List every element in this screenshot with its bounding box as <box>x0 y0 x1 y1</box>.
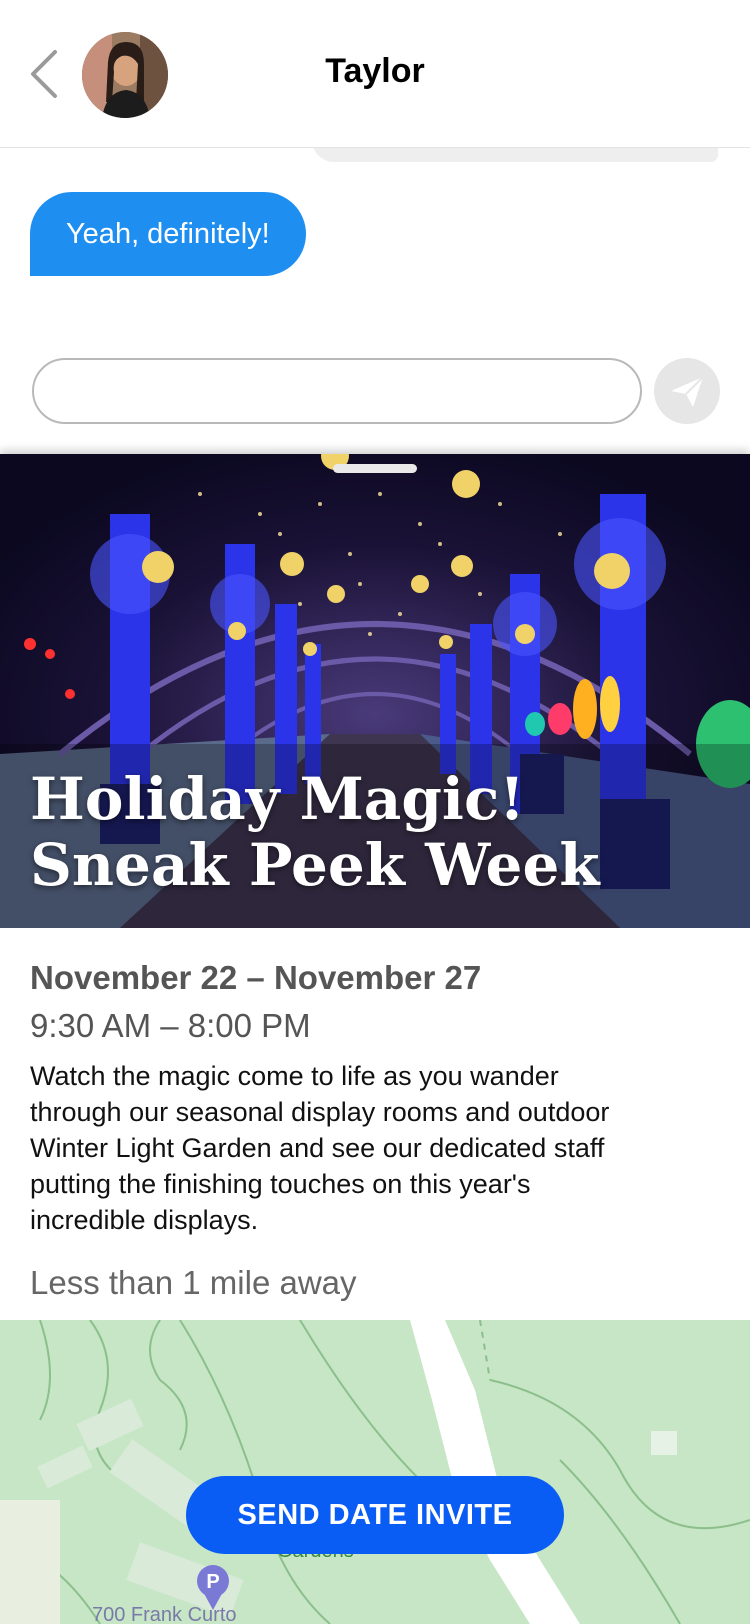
svg-text:P: P <box>206 1571 219 1593</box>
page-title: Taylor <box>325 52 425 90</box>
event-sheet: Holiday Magic! Sneak Peek Week November … <box>0 454 750 1624</box>
send-button[interactable] <box>654 358 720 424</box>
event-description: Watch the magic come to life as you wand… <box>30 1061 610 1235</box>
message-input[interactable] <box>32 358 642 424</box>
event-map[interactable]: P Gardens 700 Frank Curto <box>0 1320 750 1624</box>
sheet-drag-handle[interactable] <box>333 464 417 473</box>
event-dates: November 22 – November 27 <box>30 959 482 996</box>
map-address-label: 700 Frank Curto <box>92 1604 237 1624</box>
event-title-line2: Sneak Peek Week <box>30 831 600 899</box>
event-title-line1: Holiday Magic! <box>30 765 525 833</box>
send-date-invite-button[interactable]: SEND DATE INVITE <box>186 1476 564 1554</box>
message-bubble: Yeah, definitely! <box>30 192 306 276</box>
map-graphic: P <box>0 1320 750 1624</box>
message-text: Yeah, definitely! <box>66 217 270 250</box>
event-distance: Less than 1 mile away <box>30 1264 357 1301</box>
event-hero-image: Holiday Magic! Sneak Peek Week <box>0 454 750 928</box>
event-details: November 22 – November 27 9:30 AM – 8:00… <box>30 954 720 1238</box>
paper-plane-icon <box>671 376 704 407</box>
chat-header: Taylor <box>0 0 750 148</box>
event-hours: 9:30 AM – 8:00 PM <box>30 1007 311 1044</box>
event-title: Holiday Magic! Sneak Peek Week <box>30 766 730 898</box>
